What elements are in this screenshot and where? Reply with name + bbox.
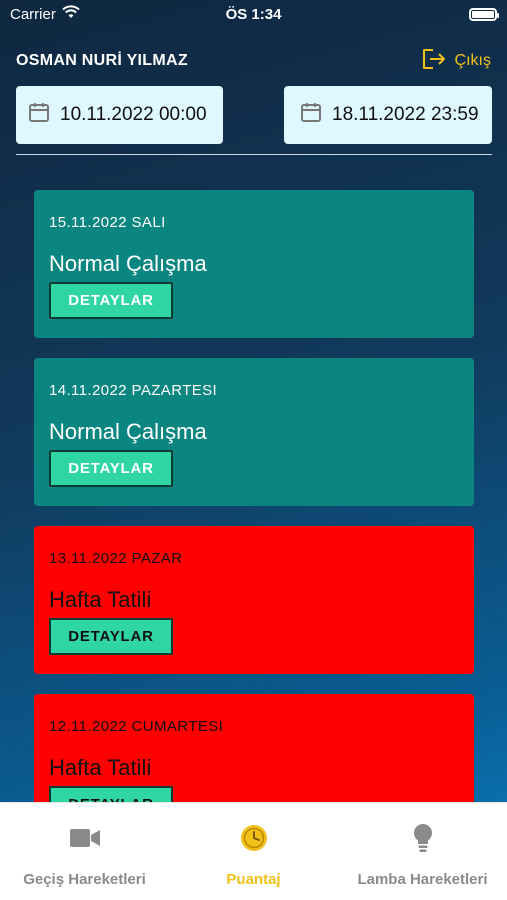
card-status: Hafta Tatili <box>49 587 152 612</box>
details-button[interactable]: DETAYLAR <box>49 450 173 487</box>
tab-gecis-hareketleri[interactable]: Geçiş Hareketleri <box>0 803 169 900</box>
start-date-field[interactable]: 10.11.2022 00:00 <box>16 86 223 144</box>
attendance-list[interactable]: 15.11.2022 SALI Normal Çalışma DETAYLAR … <box>34 190 474 802</box>
end-date-value: 18.11.2022 23:59 <box>332 104 479 125</box>
card-date: 12.11.2022 CUMARTESI <box>49 718 224 735</box>
details-button[interactable]: DETAYLAR <box>49 618 173 655</box>
status-left: Carrier <box>10 5 80 23</box>
calendar-icon <box>28 101 50 129</box>
card-status: Hafta Tatili <box>49 755 152 780</box>
tab-label: Lamba Hareketleri <box>357 871 488 888</box>
end-date-field[interactable]: 18.11.2022 23:59 <box>284 86 492 144</box>
clock-icon <box>239 821 269 855</box>
attendance-card: 14.11.2022 PAZARTESI Normal Çalışma DETA… <box>34 358 474 506</box>
lightbulb-icon <box>411 821 435 855</box>
logout-label: Çıkış <box>454 52 491 69</box>
tab-lamba-hareketleri[interactable]: Lamba Hareketleri <box>338 803 507 900</box>
card-date: 13.11.2022 PAZAR <box>49 550 183 567</box>
details-button[interactable]: DETAYLAR <box>49 282 173 319</box>
attendance-card: 13.11.2022 PAZAR Hafta Tatili DETAYLAR <box>34 526 474 674</box>
wifi-icon <box>62 5 80 23</box>
user-name: OSMAN NURİ YILMAZ <box>16 52 188 69</box>
tab-label: Geçiş Hareketleri <box>23 871 146 888</box>
details-button[interactable]: DETAYLAR <box>49 786 173 802</box>
logout-icon <box>421 47 447 76</box>
video-camera-icon <box>69 821 101 855</box>
card-status: Normal Çalışma <box>49 251 207 276</box>
battery-icon <box>469 7 499 21</box>
card-date: 15.11.2022 SALI <box>49 214 166 231</box>
logout-button[interactable]: Çıkış <box>421 47 491 76</box>
card-date: 14.11.2022 PAZARTESI <box>49 382 218 399</box>
header: OSMAN NURİ YILMAZ Çıkış <box>16 46 491 76</box>
date-range: 10.11.2022 00:00 18.11.2022 23:59 <box>16 86 492 144</box>
tab-bar: Geçiş Hareketleri Puantaj Lamba Hareketl… <box>0 802 507 900</box>
status-bar: Carrier ÖS 1:34 <box>0 0 507 28</box>
divider <box>16 154 492 155</box>
carrier-label: Carrier <box>10 5 56 23</box>
start-date-value: 10.11.2022 00:00 <box>60 104 207 125</box>
tab-puantaj[interactable]: Puantaj <box>169 803 338 900</box>
tab-label: Puantaj <box>226 871 281 888</box>
card-status: Normal Çalışma <box>49 419 207 444</box>
attendance-card: 15.11.2022 SALI Normal Çalışma DETAYLAR <box>34 190 474 338</box>
calendar-icon <box>300 101 322 129</box>
attendance-card: 12.11.2022 CUMARTESI Hafta Tatili DETAYL… <box>34 694 474 802</box>
